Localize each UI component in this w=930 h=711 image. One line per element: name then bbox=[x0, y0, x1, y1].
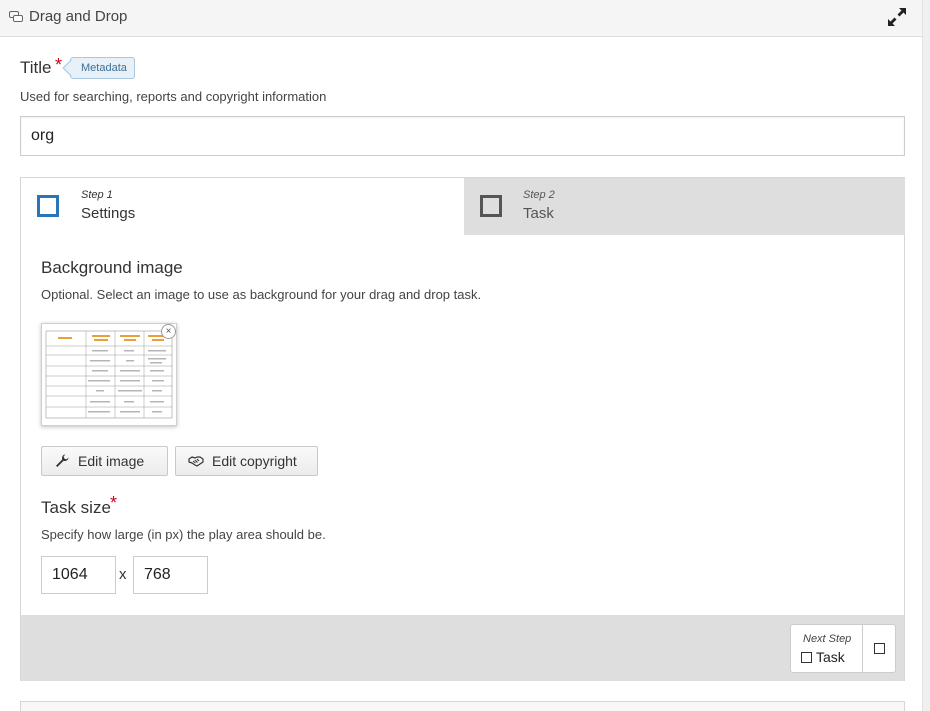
task-height-input[interactable] bbox=[133, 556, 208, 594]
chat-bubbles-icon bbox=[9, 11, 23, 22]
wizard-panel: Step 1 Settings Step 2 Task Background i… bbox=[20, 177, 905, 681]
task-size-heading: Task size bbox=[41, 498, 111, 517]
background-image-heading: Background image bbox=[41, 258, 183, 277]
task-width-input[interactable] bbox=[41, 556, 116, 594]
editor-header: Drag and Drop bbox=[0, 0, 922, 37]
step-checkbox-icon bbox=[480, 195, 502, 217]
size-separator: x bbox=[119, 566, 127, 583]
required-mark: * bbox=[110, 493, 118, 513]
background-image-description: Optional. Select an image to use as back… bbox=[41, 287, 482, 302]
handshake-icon bbox=[188, 456, 204, 467]
step-checkbox-icon bbox=[873, 643, 885, 654]
tab-step-settings[interactable]: Step 1 Settings bbox=[21, 178, 464, 235]
title-label: Title bbox=[20, 58, 52, 77]
remove-image-button[interactable]: × bbox=[161, 324, 176, 339]
expand-icon[interactable] bbox=[886, 6, 908, 28]
next-step-label: Next Step bbox=[803, 633, 852, 645]
thumbnail-table-image bbox=[45, 330, 173, 419]
wizard-footer: Next Step Task bbox=[21, 615, 904, 681]
step-number: Step 2 bbox=[523, 189, 555, 201]
step-checkbox-icon bbox=[801, 651, 812, 663]
editor-title: Drag and Drop bbox=[29, 8, 128, 25]
step-number: Step 1 bbox=[81, 189, 113, 201]
wrench-icon bbox=[56, 454, 69, 467]
last-step-button[interactable] bbox=[863, 624, 896, 673]
next-section-panel bbox=[20, 701, 905, 711]
next-step-target: Task bbox=[801, 649, 845, 665]
background-image-thumbnail[interactable] bbox=[41, 323, 177, 426]
edit-image-button[interactable]: Edit image bbox=[41, 446, 168, 476]
next-step-button[interactable]: Next Step Task bbox=[790, 624, 863, 673]
title-input[interactable] bbox=[20, 116, 905, 156]
edit-copyright-label: Edit copyright bbox=[212, 453, 297, 469]
step-name: Task bbox=[523, 205, 554, 222]
title-description: Used for searching, reports and copyrigh… bbox=[20, 89, 327, 104]
step-name: Settings bbox=[81, 205, 136, 222]
step-checkbox-icon bbox=[37, 195, 59, 217]
scrollbar[interactable] bbox=[922, 0, 930, 711]
task-size-description: Specify how large (in px) the play area … bbox=[41, 527, 326, 542]
tab-step-task[interactable]: Step 2 Task bbox=[464, 178, 905, 235]
edit-image-label: Edit image bbox=[78, 453, 145, 469]
required-mark: * bbox=[55, 55, 63, 75]
metadata-button[interactable]: Metadata bbox=[70, 57, 135, 79]
edit-copyright-button[interactable]: Edit copyright bbox=[175, 446, 318, 476]
